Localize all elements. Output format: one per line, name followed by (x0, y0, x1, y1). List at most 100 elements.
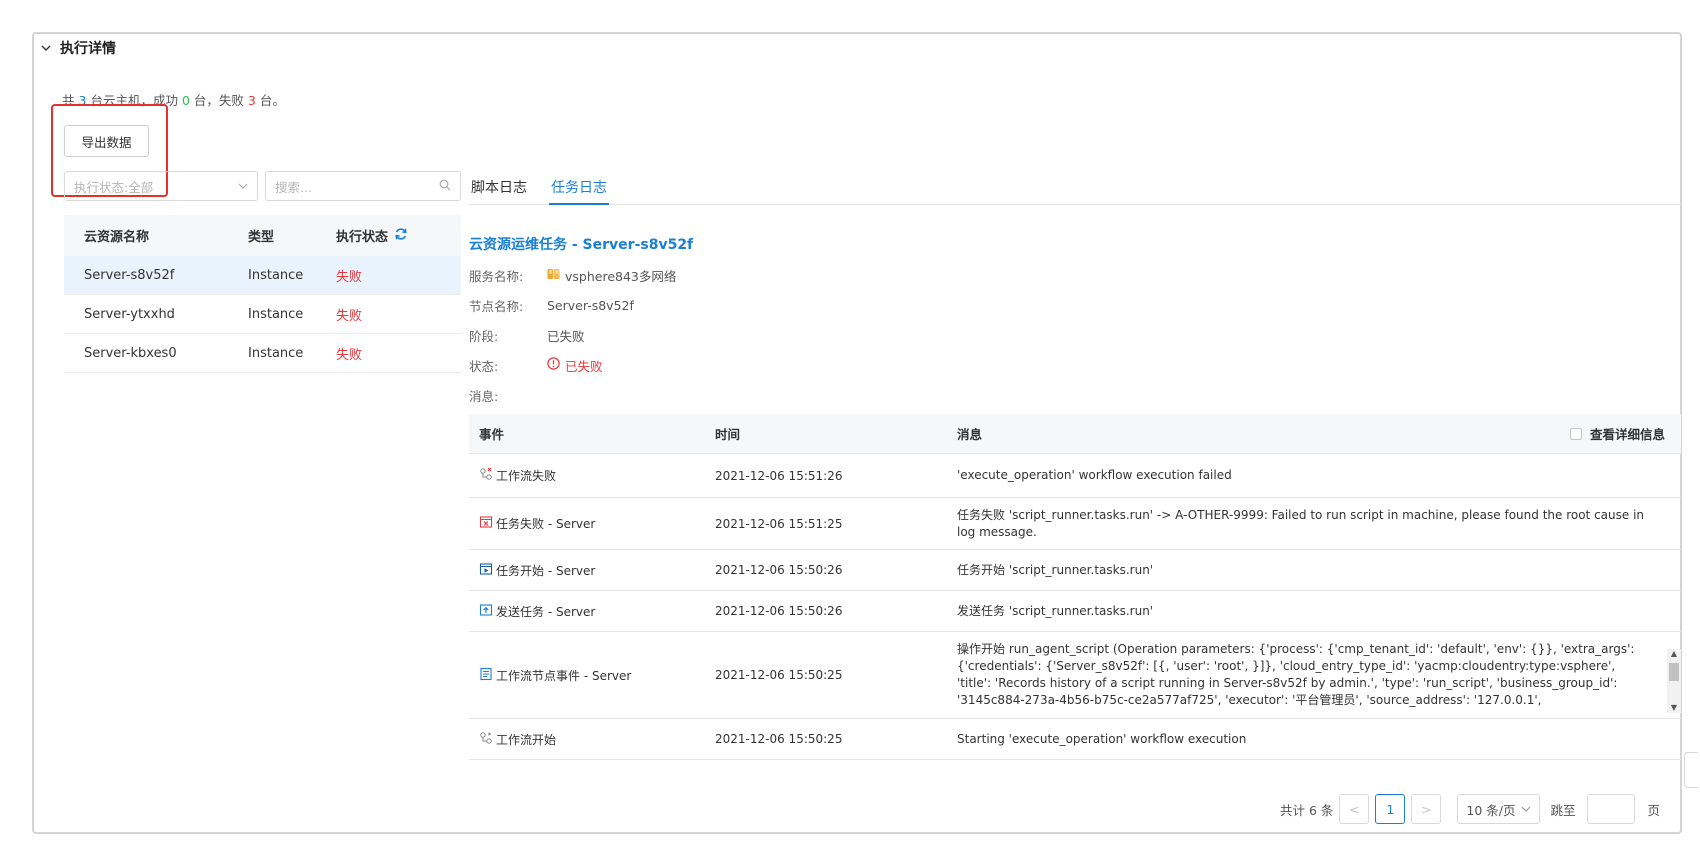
column-header-message-label: 消息 (957, 427, 983, 442)
info-value: 已失败 (547, 328, 585, 344)
info-label: 状态: (469, 358, 499, 374)
resource-table-header: 云资源名称 类型 执行状态 (64, 215, 461, 256)
column-header-message: 消息 查看详细信息 (953, 424, 1681, 443)
message-scrollbar[interactable]: ▲ ▼ (1667, 649, 1681, 713)
panel-header[interactable]: 执行详情 (38, 36, 116, 60)
info-value: Server-s8v52f (547, 297, 634, 313)
status-filter-placeholder: 执行状态:全部 (74, 179, 154, 195)
tab-script-log[interactable]: 脚本日志 (469, 167, 529, 205)
table-row[interactable]: Server-s8v52f Instance 失败 (64, 256, 461, 295)
service-icon (547, 268, 560, 283)
workflow-fail-icon (479, 467, 493, 484)
summary-success: 0 (181, 93, 190, 108)
task-title[interactable]: 云资源运维任务 - Server-s8v52f (469, 234, 693, 254)
status-filter-select[interactable]: 执行状态:全部 (64, 171, 258, 201)
info-label: 服务名称: (469, 268, 524, 284)
table-row[interactable]: 工作流节点事件 - Server 2021-12-06 15:50:25 操作开… (469, 632, 1681, 719)
tab-task-log[interactable]: 任务日志 (549, 167, 609, 205)
table-row[interactable]: Server-kbxes0 Instance 失败 (64, 334, 461, 373)
column-header-status-label: 执行状态 (336, 230, 389, 245)
error-circle-icon (547, 357, 560, 373)
task-fail-icon (479, 515, 493, 532)
resource-name: Server-kbxes0 (84, 345, 177, 361)
table-row[interactable]: 工作流开始 2021-12-06 15:50:25 Starting 'exec… (469, 719, 1681, 760)
summary-failed: 3 (247, 93, 256, 108)
resource-table: 云资源名称 类型 执行状态 Server-s8v52f Instance 失败 (64, 215, 461, 373)
event-cell: 任务开始 - Server (469, 562, 711, 579)
column-header-status: 执行状态 (332, 226, 461, 245)
jump-page-input[interactable] (1587, 794, 1636, 824)
execution-details-panel: 执行详情 共 3 台云主机，成功 0 台，失败 3 台。 导出数据 执行状态:全… (32, 32, 1682, 834)
page-size-value: 10 条/页 (1466, 802, 1516, 818)
event-label: 任务失败 - Server (496, 517, 596, 531)
info-label: 消息: (469, 388, 499, 404)
resource-type: Instance (248, 267, 304, 283)
column-header-type: 类型 (248, 230, 275, 245)
table-row[interactable]: 工作流失败 2021-12-06 15:51:26 'execute_opera… (469, 454, 1681, 498)
info-row-message: 消息: (469, 380, 676, 410)
info-row-state: 状态: 已失败 (469, 350, 676, 380)
table-row[interactable]: 任务失败 - Server 2021-12-06 15:51:25 任务失败 '… (469, 498, 1681, 550)
event-message-cell: 操作开始 run_agent_script (Operation paramet… (953, 641, 1681, 713)
task-send-icon (479, 603, 493, 620)
event-message-scroll[interactable]: 操作开始 run_agent_script (Operation paramet… (957, 641, 1663, 709)
page-button-current[interactable]: 1 (1375, 794, 1406, 824)
resource-status: 失败 (336, 269, 363, 285)
table-row[interactable]: Server-ytxxhd Instance 失败 (64, 295, 461, 334)
checkbox-icon[interactable] (1569, 427, 1582, 440)
workflow-start-icon (479, 731, 493, 748)
event-time: 2021-12-06 15:50:26 (715, 563, 843, 577)
event-time: 2021-12-06 15:50:25 (715, 668, 843, 682)
resource-type: Instance (248, 306, 304, 322)
resource-name: Server-ytxxhd (84, 306, 175, 322)
resource-name: Server-s8v52f (84, 267, 175, 283)
table-row[interactable]: 发送任务 - Server 2021-12-06 15:50:26 发送任务 '… (469, 591, 1681, 632)
scroll-up-icon[interactable]: ▲ (1669, 649, 1679, 659)
table-row[interactable]: 任务开始 - Server 2021-12-06 15:50:26 任务开始 '… (469, 550, 1681, 591)
log-tabs: 脚本日志 任务日志 (469, 167, 1681, 205)
workflow-node-event-icon (479, 667, 493, 684)
page-size-select[interactable]: 10 条/页 (1457, 794, 1541, 824)
info-value: 已失败 (547, 356, 603, 375)
info-row-service: 服务名称: vsphere843多网络 (469, 260, 676, 290)
event-table: 事件 时间 消息 查看详细信息 工作流失败 2021-12-06 15:51:2… (469, 414, 1681, 760)
event-table-header: 事件 时间 消息 查看详细信息 (469, 414, 1681, 454)
event-cell: 任务失败 - Server (469, 515, 711, 532)
info-label: 节点名称: (469, 298, 524, 314)
side-drawer-handle[interactable] (1684, 752, 1698, 788)
event-time: 2021-12-06 15:50:25 (715, 732, 843, 746)
task-info: 服务名称: vsphere843多网络 节点名称: Server-s8v52f … (469, 260, 676, 410)
pagination-total: 共计 6 条 (1279, 802, 1334, 818)
info-value: vsphere843多网络 (547, 266, 676, 285)
event-cell: 工作流开始 (469, 731, 711, 748)
resource-status: 失败 (336, 308, 363, 324)
event-message: 任务开始 'script_runner.tasks.run' (957, 562, 1154, 577)
chevron-down-icon (1521, 802, 1531, 817)
export-data-button[interactable]: 导出数据 (64, 125, 149, 157)
column-header-time: 时间 (715, 427, 741, 442)
summary-mid2: 台，失败 (193, 93, 244, 108)
event-cell: 发送任务 - Server (469, 603, 711, 620)
scroll-down-icon[interactable]: ▼ (1669, 703, 1679, 713)
event-message: 任务失败 'script_runner.tasks.run' -> A-OTHE… (957, 507, 1645, 539)
panel-title: 执行详情 (60, 41, 116, 57)
info-row-stage: 阶段: 已失败 (469, 320, 676, 350)
info-row-node: 节点名称: Server-s8v52f (469, 290, 676, 320)
search-input[interactable]: 搜索... (265, 171, 461, 201)
event-label: 发送任务 - Server (496, 604, 596, 619)
event-cell: 工作流节点事件 - Server (469, 667, 711, 684)
scrollbar-thumb[interactable] (1669, 663, 1679, 681)
view-details-checkbox[interactable]: 查看详细信息 (1569, 424, 1665, 443)
chevron-down-icon[interactable] (38, 40, 54, 56)
page-suffix-label: 页 (1647, 802, 1660, 818)
jump-label: 跳至 (1550, 802, 1576, 818)
search-icon[interactable] (439, 179, 451, 194)
event-message: 发送任务 'script_runner.tasks.run' (957, 603, 1154, 618)
prev-page-button[interactable]: < (1339, 794, 1370, 824)
event-time: 2021-12-06 15:50:26 (715, 604, 843, 618)
next-page-button[interactable]: > (1411, 794, 1442, 824)
search-placeholder: 搜索... (275, 179, 312, 195)
event-label: 工作流开始 (496, 732, 557, 747)
refresh-icon[interactable] (394, 227, 408, 245)
event-message: Starting 'execute_operation' workflow ex… (957, 731, 1247, 746)
